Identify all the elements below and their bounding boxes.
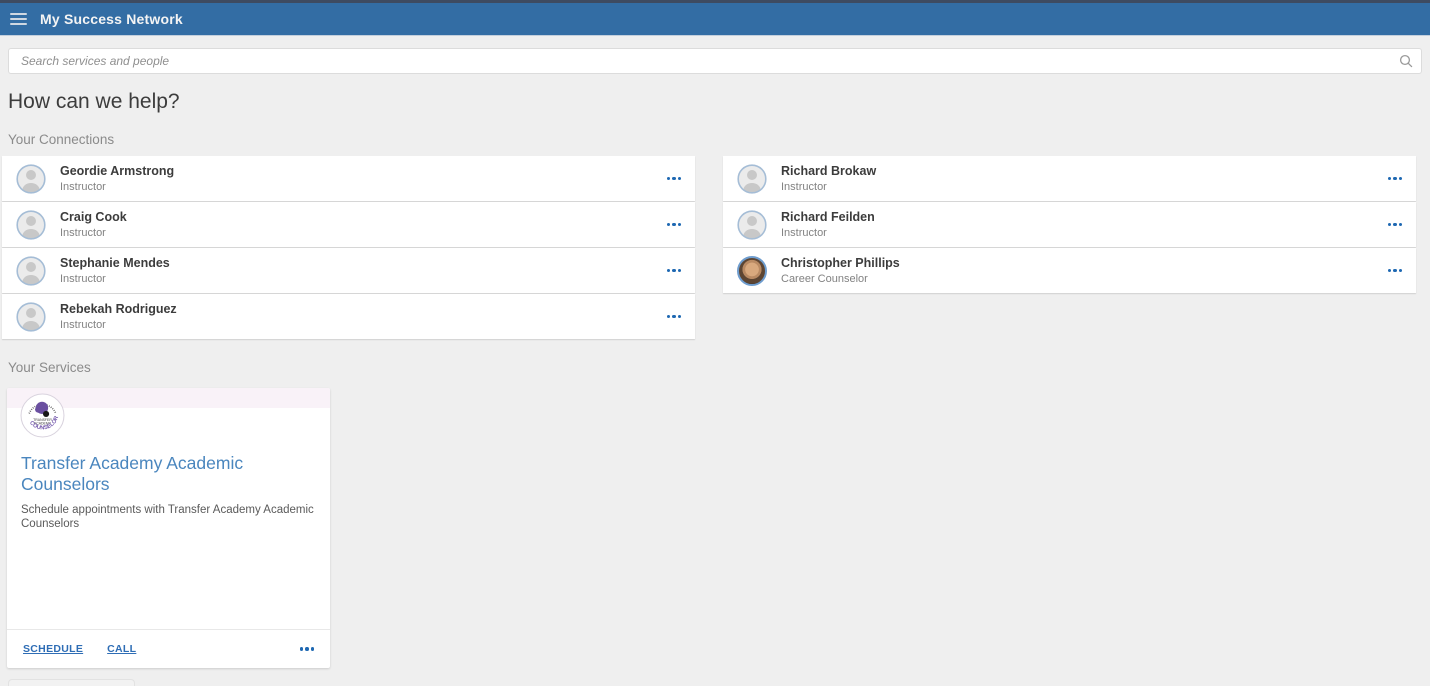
connections-right-column: Richard Brokaw Instructor Richard Feilde…: [723, 156, 1416, 294]
connection-info: Christopher Phillips Career Counselor: [781, 256, 900, 285]
service-card-transfer-academy[interactable]: TRANSFER ACADEMY COUNSELOR Transfer Acad…: [7, 388, 330, 668]
more-options-icon[interactable]: [300, 643, 315, 655]
connection-info: Craig Cook Instructor: [60, 210, 127, 239]
call-link[interactable]: CALL: [107, 643, 136, 655]
connection-name: Christopher Phillips: [781, 256, 900, 270]
page-heading: How can we help?: [8, 90, 1430, 114]
connection-card-craig-cook[interactable]: Craig Cook Instructor: [2, 202, 695, 247]
avatar-placeholder-icon: [16, 164, 46, 194]
connection-role: Instructor: [60, 273, 170, 285]
service-description: Schedule appointments with Transfer Acad…: [7, 503, 330, 531]
more-options-icon[interactable]: [1388, 219, 1403, 231]
schedule-link[interactable]: SCHEDULE: [23, 643, 83, 655]
search-icon[interactable]: [1399, 54, 1413, 68]
connection-card-rebekah-rodriguez[interactable]: Rebekah Rodriguez Instructor: [2, 294, 695, 339]
avatar-placeholder-icon: [737, 210, 767, 240]
connection-role: Career Counselor: [781, 273, 900, 285]
avatar-placeholder-icon: [16, 210, 46, 240]
connection-card-christopher-phillips[interactable]: Christopher Phillips Career Counselor: [723, 248, 1416, 293]
connections-left-column: Geordie Armstrong Instructor Craig Cook …: [2, 156, 695, 340]
connection-role: Instructor: [60, 181, 174, 193]
connection-name: Craig Cook: [60, 210, 127, 224]
connection-info: Richard Feilden Instructor: [781, 210, 875, 239]
app-header: My Success Network: [0, 0, 1430, 36]
search-bar: [8, 48, 1422, 74]
more-options-icon[interactable]: [1388, 265, 1403, 277]
connection-role: Instructor: [781, 227, 875, 239]
more-options-icon[interactable]: [667, 219, 682, 231]
connection-card-stephanie-mendes[interactable]: Stephanie Mendes Instructor: [2, 248, 695, 293]
connection-name: Rebekah Rodriguez: [60, 302, 177, 316]
connection-info: Richard Brokaw Instructor: [781, 164, 876, 193]
page-title: My Success Network: [40, 11, 183, 27]
connections-section-title: Your Connections: [8, 133, 1430, 147]
connection-info: Stephanie Mendes Instructor: [60, 256, 170, 285]
avatar-placeholder-icon: [16, 256, 46, 286]
connection-role: Instructor: [60, 227, 127, 239]
connection-name: Geordie Armstrong: [60, 164, 174, 178]
search-input[interactable]: [8, 48, 1422, 74]
avatar-placeholder-icon: [16, 302, 46, 332]
transfer-academy-counselor-logo-icon: TRANSFER ACADEMY COUNSELOR: [20, 393, 65, 438]
service-title[interactable]: Transfer Academy Academic Counselors: [7, 453, 330, 495]
connection-name: Richard Brokaw: [781, 164, 876, 178]
avatar-photo: [737, 256, 767, 286]
connection-name: Richard Feilden: [781, 210, 875, 224]
services-section-title: Your Services: [8, 361, 1430, 375]
more-options-icon[interactable]: [1388, 173, 1403, 185]
connection-info: Rebekah Rodriguez Instructor: [60, 302, 177, 331]
more-options-icon[interactable]: [667, 311, 682, 323]
connection-card-geordie-armstrong[interactable]: Geordie Armstrong Instructor: [2, 156, 695, 201]
connection-role: Instructor: [781, 181, 876, 193]
more-options-icon[interactable]: [667, 265, 682, 277]
connection-role: Instructor: [60, 319, 177, 331]
connection-card-richard-brokaw[interactable]: Richard Brokaw Instructor: [723, 156, 1416, 201]
avatar-placeholder-icon: [737, 164, 767, 194]
connection-card-richard-feilden[interactable]: Richard Feilden Instructor: [723, 202, 1416, 247]
connections-grid: Geordie Armstrong Instructor Craig Cook …: [2, 156, 1416, 340]
connection-name: Stephanie Mendes: [60, 256, 170, 270]
service-card-footer: SCHEDULE CALL: [7, 629, 330, 668]
hamburger-menu-icon[interactable]: [10, 13, 27, 25]
more-options-icon[interactable]: [667, 173, 682, 185]
partial-next-card: [8, 679, 135, 686]
connection-info: Geordie Armstrong Instructor: [60, 164, 174, 193]
